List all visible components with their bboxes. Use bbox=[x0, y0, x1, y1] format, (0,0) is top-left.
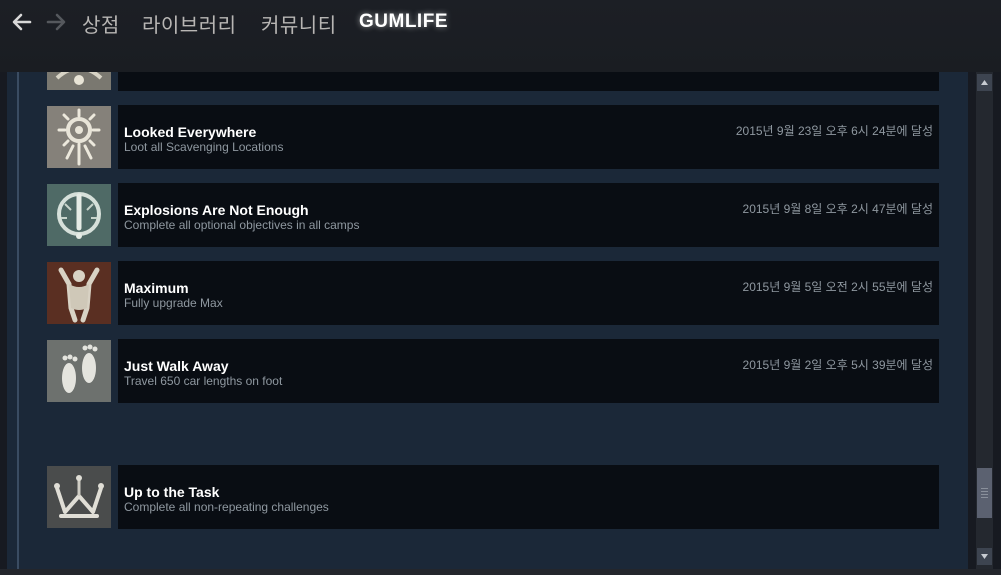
forward-arrow-icon[interactable] bbox=[45, 11, 67, 33]
achievement-description: Complete all non-repeating challenges bbox=[124, 500, 329, 514]
crown-icon bbox=[47, 466, 111, 528]
achievement-row: Maximum Fully upgrade Max 2015년 9월 5일 오전… bbox=[47, 261, 939, 325]
achievement-description: Travel 650 car lengths on foot bbox=[124, 374, 283, 388]
scroll-down-button[interactable] bbox=[977, 548, 992, 565]
achievement-title: Just Walk Away bbox=[124, 358, 229, 374]
achievement-title: Maximum bbox=[124, 280, 189, 296]
footprints-icon bbox=[47, 340, 111, 402]
achievement-description: Complete all optional objectives in all … bbox=[124, 218, 360, 232]
scrollbar-thumb[interactable] bbox=[977, 468, 992, 518]
achievement-panel: Just Walk Away Travel 650 car lengths on… bbox=[118, 339, 939, 403]
achievement-row: Looked Everywhere Loot all Scavenging Lo… bbox=[47, 105, 939, 169]
achievement-row: Up to the Task Complete all non-repeatin… bbox=[47, 465, 939, 529]
achievements-content-area: Looked Everywhere Loot all Scavenging Lo… bbox=[7, 72, 968, 569]
max-figure-icon bbox=[47, 262, 111, 324]
top-navigation-bar: 상점 라이브러리 커뮤니티 GUMLIFE bbox=[0, 0, 1001, 72]
vertical-scrollbar[interactable] bbox=[976, 72, 993, 569]
content-right-edge bbox=[968, 72, 976, 569]
partial-achievement-icon bbox=[47, 72, 111, 90]
content-divider bbox=[17, 72, 19, 569]
scroll-up-button[interactable] bbox=[977, 74, 992, 91]
achievement-row bbox=[47, 72, 939, 91]
achievement-panel: Looked Everywhere Loot all Scavenging Lo… bbox=[118, 105, 939, 169]
achievement-unlock-date: 2015년 9월 23일 오후 6시 24분에 달성 bbox=[735, 124, 933, 138]
explosion-icon bbox=[47, 184, 111, 246]
grip-icon bbox=[981, 488, 988, 498]
nav-library-link[interactable]: 라이브러리 bbox=[142, 9, 237, 38]
back-arrow-icon[interactable] bbox=[11, 11, 33, 33]
achievement-title: Explosions Are Not Enough bbox=[124, 202, 309, 218]
achievement-panel: Explosions Are Not Enough Complete all o… bbox=[118, 183, 939, 247]
achievement-description: Loot all Scavenging Locations bbox=[124, 140, 284, 154]
achievement-title: Looked Everywhere bbox=[124, 124, 257, 140]
achievement-row: Explosions Are Not Enough Complete all o… bbox=[47, 183, 939, 247]
window-bottom-border bbox=[0, 569, 1001, 575]
achievement-panel: Up to the Task Complete all non-repeatin… bbox=[118, 465, 939, 529]
achievement-unlock-date: 2015년 9월 5일 오전 2시 55분에 달성 bbox=[742, 280, 933, 294]
achievement-description: Fully upgrade Max bbox=[124, 296, 223, 310]
eye-sun-icon bbox=[47, 106, 111, 168]
nav-community-link[interactable]: 커뮤니티 bbox=[261, 9, 337, 38]
achievement-unlock-date: 2015년 9월 2일 오후 5시 39분에 달성 bbox=[742, 358, 933, 372]
achievement-panel: Maximum Fully upgrade Max 2015년 9월 5일 오전… bbox=[118, 261, 939, 325]
achievement-row: Just Walk Away Travel 650 car lengths on… bbox=[47, 339, 939, 403]
achievement-unlock-date: 2015년 9월 8일 오후 2시 47분에 달성 bbox=[742, 202, 933, 216]
achievement-title: Up to the Task bbox=[124, 484, 220, 500]
achievement-panel bbox=[118, 72, 939, 91]
nav-store-link[interactable]: 상점 bbox=[82, 9, 120, 38]
nav-user-profile-link[interactable]: GUMLIFE bbox=[359, 11, 448, 33]
window-right-border bbox=[993, 72, 1001, 575]
